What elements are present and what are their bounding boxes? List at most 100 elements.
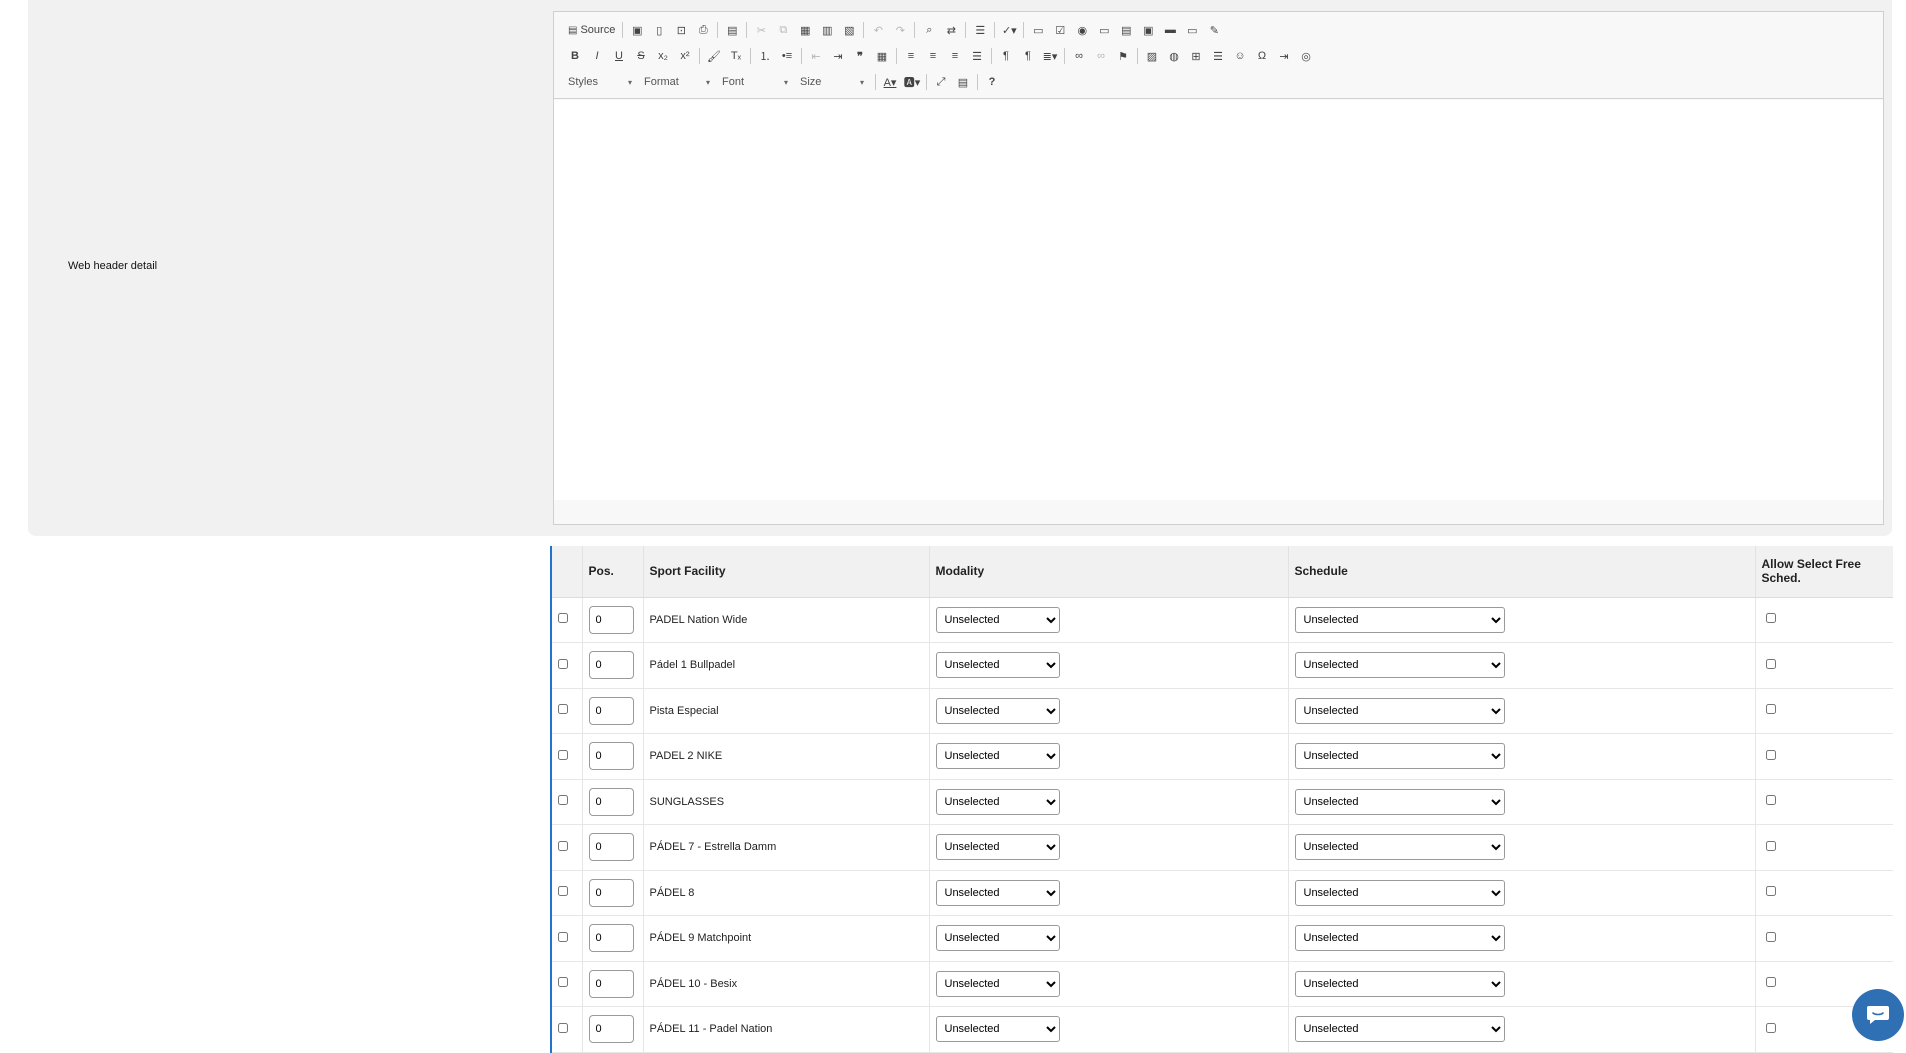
paste-word-icon[interactable]: ▧ (838, 20, 860, 40)
row-select-checkbox[interactable] (558, 931, 568, 942)
row-select-checkbox[interactable] (558, 613, 568, 624)
numbered-list-icon[interactable]: ⒈ (754, 46, 776, 66)
remove-format-icon[interactable]: Tₓ (725, 46, 747, 66)
allow-free-schedule-checkbox[interactable] (1765, 886, 1776, 897)
modality-select[interactable]: Unselected (935, 879, 1060, 906)
row-select-checkbox[interactable] (558, 749, 568, 760)
bold-icon[interactable]: B (564, 46, 586, 66)
strikethrough-icon[interactable]: S (630, 46, 652, 66)
pos-input[interactable] (588, 742, 634, 771)
pos-input[interactable] (588, 787, 634, 816)
allow-free-schedule-checkbox[interactable] (1765, 613, 1776, 624)
modality-select[interactable]: Unselected (935, 970, 1060, 997)
modality-select[interactable]: Unselected (935, 652, 1060, 679)
format-combo[interactable]: Format ▾ (640, 73, 714, 91)
schedule-select[interactable]: Unselected (1294, 697, 1505, 724)
pos-input[interactable] (588, 696, 634, 725)
allow-free-schedule-checkbox[interactable] (1765, 795, 1776, 806)
save-icon[interactable]: ▣ (626, 20, 648, 40)
paste-icon[interactable]: ▦ (794, 20, 816, 40)
editor-content-area[interactable] (554, 100, 1883, 501)
copy-icon[interactable]: ⧉ (772, 20, 794, 40)
styles-combo[interactable]: Styles ▾ (564, 73, 636, 91)
modality-select[interactable]: Unselected (935, 606, 1060, 633)
subscript-icon[interactable]: x₂ (652, 46, 674, 66)
schedule-select[interactable]: Unselected (1294, 834, 1505, 861)
pos-input[interactable] (588, 924, 634, 953)
replace-icon[interactable]: ⇄ (940, 20, 962, 40)
modality-select[interactable]: Unselected (935, 743, 1060, 770)
schedule-select[interactable]: Unselected (1294, 925, 1505, 952)
special-char-icon[interactable]: Ω (1251, 46, 1273, 66)
underline-icon[interactable]: U (608, 46, 630, 66)
rtl-icon[interactable]: ¶ (1017, 46, 1039, 66)
new-page-icon[interactable]: ▯ (648, 20, 670, 40)
ltr-icon[interactable]: ¶ (995, 46, 1017, 66)
schedule-select[interactable]: Unselected (1294, 743, 1505, 770)
pos-input[interactable] (588, 1015, 634, 1044)
horizontal-rule-icon[interactable]: ☰ (1207, 46, 1229, 66)
language-icon[interactable]: ≣▾ (1039, 46, 1061, 66)
row-select-checkbox[interactable] (558, 795, 568, 806)
row-select-checkbox[interactable] (558, 1022, 568, 1033)
select-all-icon[interactable]: ☰ (969, 20, 991, 40)
flash-icon[interactable]: ◍ (1163, 46, 1185, 66)
print-icon[interactable]: ⎙ (692, 20, 714, 40)
schedule-select[interactable]: Unselected (1294, 970, 1505, 997)
chat-launcher-button[interactable] (1852, 989, 1904, 1041)
italic-icon[interactable]: I (586, 46, 608, 66)
pos-input[interactable] (588, 605, 634, 634)
button-icon[interactable]: ▬ (1159, 20, 1181, 40)
allow-free-schedule-checkbox[interactable] (1765, 931, 1776, 942)
preview-icon[interactable]: ⊡ (670, 20, 692, 40)
allow-free-schedule-checkbox[interactable] (1765, 840, 1776, 851)
modality-select[interactable]: Unselected (935, 697, 1060, 724)
font-combo[interactable]: Font ▾ (718, 73, 792, 91)
find-icon[interactable]: ⌕ (918, 20, 940, 40)
allow-free-schedule-checkbox[interactable] (1765, 658, 1776, 669)
outdent-icon[interactable]: ⇤ (805, 46, 827, 66)
indent-icon[interactable]: ⇥ (827, 46, 849, 66)
blockquote-icon[interactable]: ❞ (849, 46, 871, 66)
select-field-icon[interactable]: ▣ (1137, 20, 1159, 40)
schedule-select[interactable]: Unselected (1294, 652, 1505, 679)
pos-input[interactable] (588, 651, 634, 680)
align-right-icon[interactable]: ≡ (944, 46, 966, 66)
schedule-select[interactable]: Unselected (1294, 606, 1505, 633)
table-icon[interactable]: ⊞ (1185, 46, 1207, 66)
allow-free-schedule-checkbox[interactable] (1765, 1022, 1776, 1033)
background-color-icon[interactable]: 🅰▾ (901, 72, 923, 92)
modality-select[interactable]: Unselected (935, 1016, 1060, 1043)
allow-free-schedule-checkbox[interactable] (1765, 704, 1776, 715)
cut-icon[interactable]: ✂ (750, 20, 772, 40)
modality-select[interactable]: Unselected (935, 834, 1060, 861)
templates-icon[interactable]: ▤ (721, 20, 743, 40)
pos-input[interactable] (588, 878, 634, 907)
row-select-checkbox[interactable] (558, 886, 568, 897)
div-container-icon[interactable]: ▦ (871, 46, 893, 66)
redo-icon[interactable]: ↷ (889, 20, 911, 40)
pos-input[interactable] (588, 833, 634, 862)
schedule-select[interactable]: Unselected (1294, 879, 1505, 906)
form-icon[interactable]: ▭ (1027, 20, 1049, 40)
allow-free-schedule-checkbox[interactable] (1765, 977, 1776, 988)
schedule-select[interactable]: Unselected (1294, 788, 1505, 815)
align-left-icon[interactable]: ≡ (900, 46, 922, 66)
row-select-checkbox[interactable] (558, 704, 568, 715)
show-blocks-icon[interactable]: ▤ (952, 72, 974, 92)
anchor-icon[interactable]: ⚑ (1112, 46, 1134, 66)
pos-input[interactable] (588, 969, 634, 998)
image-icon[interactable]: ▨ (1141, 46, 1163, 66)
justify-icon[interactable]: ☰ (966, 46, 988, 66)
copy-format-icon[interactable]: 🖌 (703, 46, 725, 66)
unlink-icon[interactable]: ∞ (1090, 46, 1112, 66)
allow-free-schedule-checkbox[interactable] (1765, 749, 1776, 760)
source-button[interactable]: ▤ Source (564, 20, 619, 40)
maximize-icon[interactable]: ⤢ (930, 72, 952, 92)
undo-icon[interactable]: ↶ (867, 20, 889, 40)
hidden-field-icon[interactable]: ✎ (1203, 20, 1225, 40)
align-center-icon[interactable]: ≡ (922, 46, 944, 66)
help-button[interactable]: ? (981, 72, 1003, 92)
image-button-icon[interactable]: ▭ (1181, 20, 1203, 40)
paste-text-icon[interactable]: ▥ (816, 20, 838, 40)
